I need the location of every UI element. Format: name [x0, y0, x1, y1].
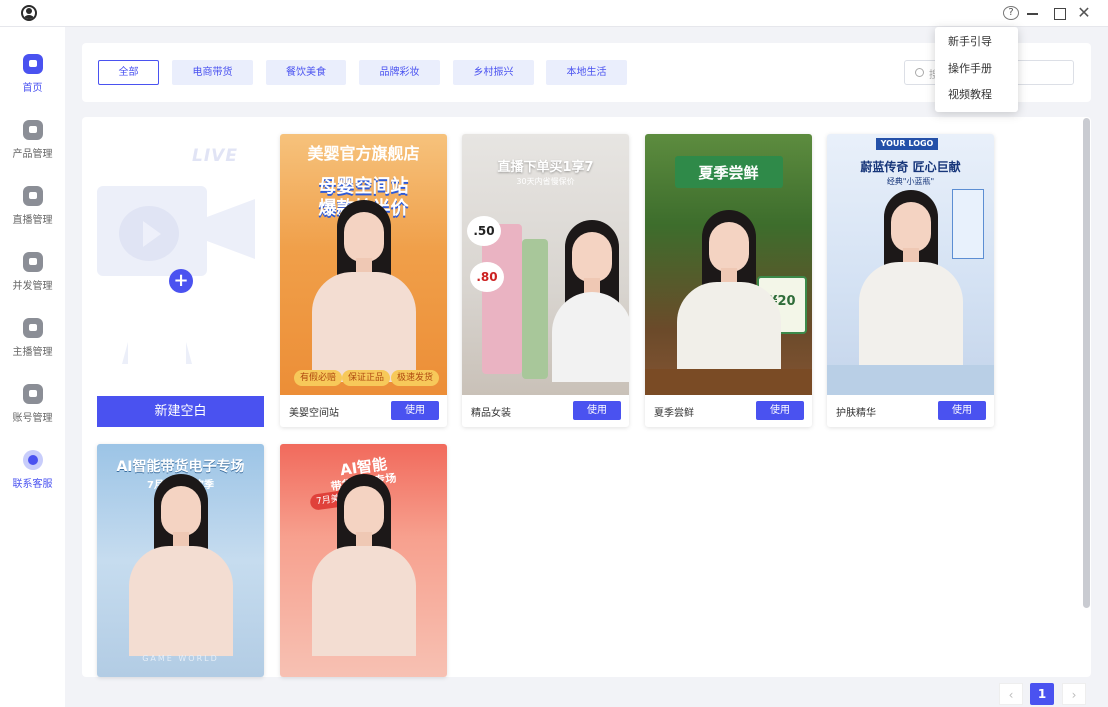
- sidebar-item-label: 并发管理: [12, 281, 53, 292]
- new-blank-button[interactable]: 新建空白: [97, 396, 264, 427]
- add-icon[interactable]: +: [169, 269, 193, 293]
- sidebar-item-label: 首页: [22, 83, 43, 94]
- use-template-button[interactable]: 使用: [938, 401, 986, 420]
- presenter-image: [304, 474, 424, 656]
- sidebar-item-product[interactable]: 产品管理: [0, 120, 65, 176]
- use-template-button[interactable]: 使用: [756, 401, 804, 420]
- card-footer: 美婴空间站 使用: [280, 395, 447, 427]
- sidebar-item-anchor[interactable]: 主播管理: [0, 318, 65, 374]
- sidebar: 首页 产品管理 直播管理 并发管理 主播管理 账号管理 联系客服: [0, 27, 65, 707]
- account-icon: [22, 384, 43, 404]
- template-name: 夏季尝鲜: [654, 408, 694, 419]
- filter-chip-cosmetics[interactable]: 品牌彩妆: [359, 60, 440, 85]
- thumb-headline: AI智能带货电子专场: [116, 459, 245, 475]
- template-name: 护肤精华: [836, 408, 876, 419]
- thumb-tag: 有假必赔: [294, 370, 343, 386]
- presenter-image: [304, 200, 424, 382]
- thumb-subline: 经典"小蓝瓶": [886, 177, 935, 186]
- fruit-counter: [645, 369, 812, 395]
- presenter-image: [121, 474, 241, 656]
- template-name: 美婴空间站: [289, 408, 339, 419]
- clothes-rack-green: [522, 239, 548, 379]
- title-bar: ? ✕: [0, 0, 1108, 27]
- logo-badge: YOUR LOGO: [876, 138, 938, 150]
- sidebar-item-concurrency[interactable]: 并发管理: [0, 252, 65, 308]
- template-thumbnail: 美婴官方旗舰店 母婴空间站 爆款抢半价 有假必赔 保证正品 极速发货: [280, 134, 447, 395]
- play-icon: [119, 206, 179, 261]
- customer-service-icon: [22, 450, 43, 470]
- help-dropdown-menu: 新手引导 操作手册 视频教程: [935, 27, 1018, 112]
- presenter-image: [851, 190, 971, 372]
- use-template-button[interactable]: 使用: [391, 401, 439, 420]
- menu-item-manual[interactable]: 操作手册: [935, 56, 1018, 82]
- template-card[interactable]: AI智能 带货美妆专场 7月美妆小课堂: [280, 444, 447, 677]
- template-thumbnail: AI智能 带货美妆专场 7月美妆小课堂: [280, 444, 447, 677]
- concurrency-icon: [22, 252, 43, 272]
- price-tag: .50: [467, 216, 501, 246]
- product-shelf: [827, 365, 994, 395]
- template-thumbnail: 夏季尝鲜 ¥20: [645, 134, 812, 395]
- card-footer: 精品女装 使用: [462, 395, 629, 427]
- anchor-icon: [22, 318, 43, 338]
- sidebar-item-label: 主播管理: [12, 347, 53, 358]
- thumb-headline: 夏季尝鲜: [698, 164, 759, 182]
- sidebar-item-label: 直播管理: [12, 215, 53, 226]
- template-thumbnail: AI智能带货电子专场 7月限时狂欢季 GAME WORLD: [97, 444, 264, 677]
- pagination-next-button[interactable]: ›: [1062, 683, 1086, 705]
- presenter-image: [552, 220, 629, 395]
- minimize-icon[interactable]: [1026, 4, 1040, 22]
- template-card[interactable]: 夏季尝鲜 ¥20 夏季尝鲜 使用: [645, 134, 812, 427]
- sidebar-item-label: 账号管理: [12, 413, 53, 424]
- search-icon: [915, 68, 924, 77]
- template-card[interactable]: AI智能带货电子专场 7月限时狂欢季 GAME WORLD: [97, 444, 264, 677]
- thumb-headline: 直播下单买1享7: [497, 160, 594, 175]
- thumb-headline: 蔚蓝传奇 匠心巨献: [860, 160, 961, 174]
- new-blank-card[interactable]: LIVE + 新建空白: [97, 134, 264, 427]
- filter-chip-rural[interactable]: 乡村振兴: [453, 60, 534, 85]
- filter-chip-food[interactable]: 餐饮美食: [266, 60, 346, 85]
- menu-item-guide[interactable]: 新手引导: [935, 29, 1018, 55]
- live-watermark: LIVE: [192, 146, 238, 166]
- use-template-button[interactable]: 使用: [573, 401, 621, 420]
- template-thumbnail: YOUR LOGO 蔚蓝传奇 匠心巨献 经典"小蓝瓶": [827, 134, 994, 395]
- template-card[interactable]: 直播下单买1享7 30天内省慢保价 .50 .80 精品女装 使用: [462, 134, 629, 427]
- thumb-subline: 30天内省慢保价: [516, 177, 575, 186]
- thumb-tag: 保证正品: [342, 370, 391, 386]
- card-footer: 夏季尝鲜 使用: [645, 395, 812, 427]
- template-name: 精品女装: [471, 408, 511, 419]
- sidebar-item-live[interactable]: 直播管理: [0, 186, 65, 242]
- live-icon: [22, 186, 43, 206]
- camera-lens: [207, 199, 255, 259]
- thumb-footer-text: GAME WORLD: [142, 654, 219, 663]
- close-icon[interactable]: ✕: [1076, 4, 1092, 22]
- thumb-tag: 极速发货: [391, 370, 440, 386]
- filter-chip-ecommerce[interactable]: 电商带货: [172, 60, 253, 85]
- template-thumbnail: 直播下单买1享7 30天内省慢保价 .50 .80: [462, 134, 629, 395]
- sidebar-item-label: 联系客服: [12, 479, 53, 490]
- home-icon: [22, 54, 43, 74]
- presenter-image: [669, 210, 789, 392]
- product-icon: [22, 120, 43, 140]
- card-footer: 护肤精华 使用: [827, 395, 994, 427]
- menu-item-video-tutorial[interactable]: 视频教程: [935, 82, 1018, 108]
- sidebar-item-label: 产品管理: [12, 149, 53, 160]
- pagination-prev-button[interactable]: ‹: [999, 683, 1023, 705]
- scrollbar[interactable]: [1083, 118, 1090, 608]
- sidebar-item-account[interactable]: 账号管理: [0, 384, 65, 440]
- template-card[interactable]: 美婴官方旗舰店 母婴空间站 爆款抢半价 有假必赔 保证正品 极速发货 美婴空间站…: [280, 134, 447, 427]
- maximize-icon[interactable]: [1052, 4, 1066, 22]
- sidebar-item-customer-service[interactable]: 联系客服: [0, 450, 65, 506]
- sidebar-item-home[interactable]: 首页: [0, 54, 65, 110]
- filter-chip-all[interactable]: 全部: [98, 60, 159, 85]
- thumb-headline: 美婴官方旗舰店: [307, 144, 420, 163]
- template-card[interactable]: YOUR LOGO 蔚蓝传奇 匠心巨献 经典"小蓝瓶" 护肤精华 使用: [827, 134, 994, 427]
- clothes-rack-pink: [482, 224, 522, 374]
- price-tag: .80: [470, 262, 504, 292]
- filter-chip-local[interactable]: 本地生活: [546, 60, 627, 85]
- pagination-page-button[interactable]: 1: [1030, 683, 1054, 705]
- help-icon[interactable]: ?: [1003, 6, 1019, 20]
- user-circle-icon[interactable]: [21, 5, 37, 21]
